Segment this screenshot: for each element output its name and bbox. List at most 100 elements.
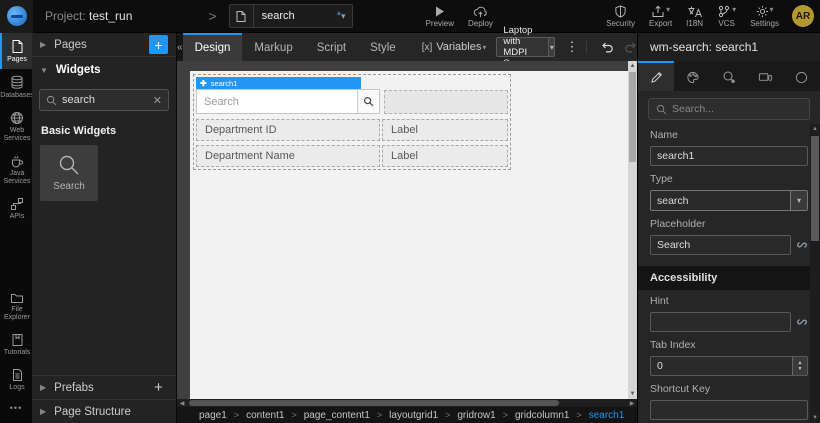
value-label-cell[interactable]: Label	[382, 145, 508, 167]
prefabs-section-header[interactable]: ▶ Prefabs +	[32, 375, 176, 399]
clear-search-icon[interactable]: ✕	[153, 94, 162, 107]
widgets-section-header[interactable]: ▼ Widgets	[32, 57, 176, 83]
top-bar: Project: test_run > search * ▾ Preview D…	[0, 0, 820, 33]
field-hint: Hint	[638, 290, 810, 334]
page-selector-dropdown[interactable]: search * ▾	[229, 4, 353, 28]
add-page-button[interactable]: +	[149, 35, 168, 54]
tab-conditions[interactable]	[784, 61, 820, 91]
rail-item-apis[interactable]: APIs	[0, 191, 32, 226]
search-widget-tile[interactable]: Search	[40, 145, 98, 201]
field-label-cell[interactable]: Department ID	[196, 119, 380, 141]
field-type: Type search ▾	[638, 168, 810, 213]
tab-markup[interactable]: Markup	[242, 33, 304, 61]
tab-styles[interactable]	[674, 61, 710, 91]
device-selector[interactable]: Laptop with MDPI Screen ▾	[496, 37, 555, 57]
tab-script[interactable]: Script	[305, 33, 358, 61]
device-icon	[758, 71, 773, 83]
shortcut-key-input[interactable]	[650, 400, 808, 420]
i18n-button[interactable]: I18N	[679, 0, 710, 33]
scrollbar-thumb[interactable]	[629, 72, 636, 162]
breadcrumb-item[interactable]: layoutgrid1	[389, 410, 438, 421]
rail-item-web-services[interactable]: Web Services	[0, 105, 32, 148]
ring-icon	[795, 71, 808, 84]
breadcrumb-item[interactable]: gridrow1	[457, 410, 495, 421]
undo-button[interactable]	[600, 41, 614, 53]
name-label: Name	[650, 129, 808, 141]
security-button[interactable]: Security	[599, 0, 642, 33]
empty-grid-cell[interactable]	[384, 90, 508, 114]
value-label-cell[interactable]: Label	[382, 119, 508, 141]
tab-device-config[interactable]	[747, 61, 783, 91]
number-stepper-icon[interactable]: ▲▼	[792, 357, 807, 375]
export-icon: ▾	[651, 5, 670, 18]
breadcrumb-item[interactable]: page1	[199, 410, 227, 421]
rail-item-file-explorer[interactable]: File Explorer	[0, 285, 32, 327]
scroll-left-icon[interactable]: ◀	[177, 399, 187, 407]
scrollbar-thumb[interactable]	[189, 400, 559, 406]
tab-style[interactable]: Style	[358, 33, 408, 61]
type-select[interactable]: search ▾	[650, 190, 808, 211]
grid-column-container[interactable]: ✚ search1 Search Department ID	[193, 74, 511, 170]
properties-scrollbar[interactable]: ▲ ▼	[810, 124, 820, 423]
field-shortcut-key: Shortcut Key	[638, 378, 810, 422]
preview-button[interactable]: Preview	[419, 0, 461, 33]
app-logo[interactable]	[0, 0, 33, 33]
breadcrumb-item[interactable]: content1	[246, 410, 284, 421]
rail-item-tutorials[interactable]: Tutorials	[0, 327, 32, 362]
topbar-actions: Security ▾ Export I18N ▾ VCS ▾ Settings …	[599, 0, 820, 33]
rail-item-java-services[interactable]: Java Services	[0, 148, 32, 191]
widget-search-input[interactable]: search	[62, 94, 153, 106]
tab-advanced-search-settings[interactable]	[711, 61, 747, 91]
user-avatar[interactable]: AR	[792, 5, 814, 27]
search-widget-input[interactable]: Search	[197, 90, 357, 113]
bind-property-icon[interactable]	[796, 239, 808, 251]
add-prefab-button[interactable]: +	[149, 378, 168, 397]
vcs-button[interactable]: ▾ VCS	[710, 0, 743, 33]
breadcrumb-item-current[interactable]: search1	[589, 410, 625, 421]
main-area: Pages Databases Web Services Java Servic…	[0, 33, 820, 423]
rail-item-pages[interactable]: Pages	[0, 33, 32, 69]
pages-section-header[interactable]: ▶ Pages +	[32, 33, 176, 57]
properties-tabs	[638, 61, 820, 91]
tab-index-input[interactable]	[650, 356, 808, 376]
more-options-icon[interactable]: ⋮	[565, 39, 578, 55]
selected-widget-tag[interactable]: ✚ search1	[196, 77, 361, 89]
rail-item-databases[interactable]: Databases	[0, 69, 32, 105]
settings-button[interactable]: ▾ Settings	[743, 0, 786, 33]
design-canvas-page[interactable]: ✚ search1 Search Department ID	[190, 71, 628, 399]
breadcrumb-separator: >	[291, 410, 296, 420]
activity-rail: Pages Databases Web Services Java Servic…	[0, 33, 32, 423]
scroll-down-icon[interactable]: ▼	[810, 413, 820, 423]
widget-search-box[interactable]: search ✕	[39, 89, 169, 111]
canvas-horizontal-scrollbar[interactable]: ◀ ▶	[177, 399, 637, 407]
properties-search-box[interactable]: Search...	[648, 98, 810, 120]
scroll-down-icon[interactable]: ▼	[628, 389, 637, 399]
project-title: Project: test_run	[45, 9, 132, 23]
search-widget[interactable]: Search	[196, 89, 380, 114]
play-icon	[433, 5, 446, 18]
rail-item-logs[interactable]: Logs	[0, 362, 32, 397]
breadcrumb-item[interactable]: page_content1	[304, 410, 370, 421]
scrollbar-thumb[interactable]	[811, 136, 819, 241]
tab-design[interactable]: Design	[183, 33, 243, 61]
scroll-right-icon[interactable]: ▶	[627, 399, 637, 407]
scroll-up-icon[interactable]: ▲	[628, 61, 637, 71]
page-structure-section-header[interactable]: ▶ Page Structure	[32, 399, 176, 423]
chevron-down-icon: ▾	[732, 5, 736, 18]
tab-properties[interactable]	[638, 61, 674, 91]
breadcrumb-item[interactable]: gridcolumn1	[515, 410, 569, 421]
placeholder-input[interactable]	[650, 235, 791, 255]
name-input[interactable]	[650, 146, 808, 166]
deploy-button[interactable]: Deploy	[461, 0, 500, 33]
canvas-vertical-scrollbar[interactable]: ▲ ▼	[628, 61, 637, 399]
scroll-up-icon[interactable]: ▲	[810, 124, 820, 134]
hint-input[interactable]	[650, 312, 791, 332]
export-button[interactable]: ▾ Export	[642, 0, 679, 33]
breadcrumb-separator: >	[576, 410, 581, 420]
widget-breadcrumb: page1 > content1 > page_content1 > layou…	[177, 407, 637, 423]
field-label-cell[interactable]: Department Name	[196, 145, 380, 167]
rail-more-icon[interactable]: •••	[0, 397, 32, 423]
bind-property-icon[interactable]	[796, 316, 808, 328]
variables-button[interactable]: [x] Variables ▾	[422, 41, 487, 53]
search-widget-button[interactable]	[357, 90, 379, 113]
